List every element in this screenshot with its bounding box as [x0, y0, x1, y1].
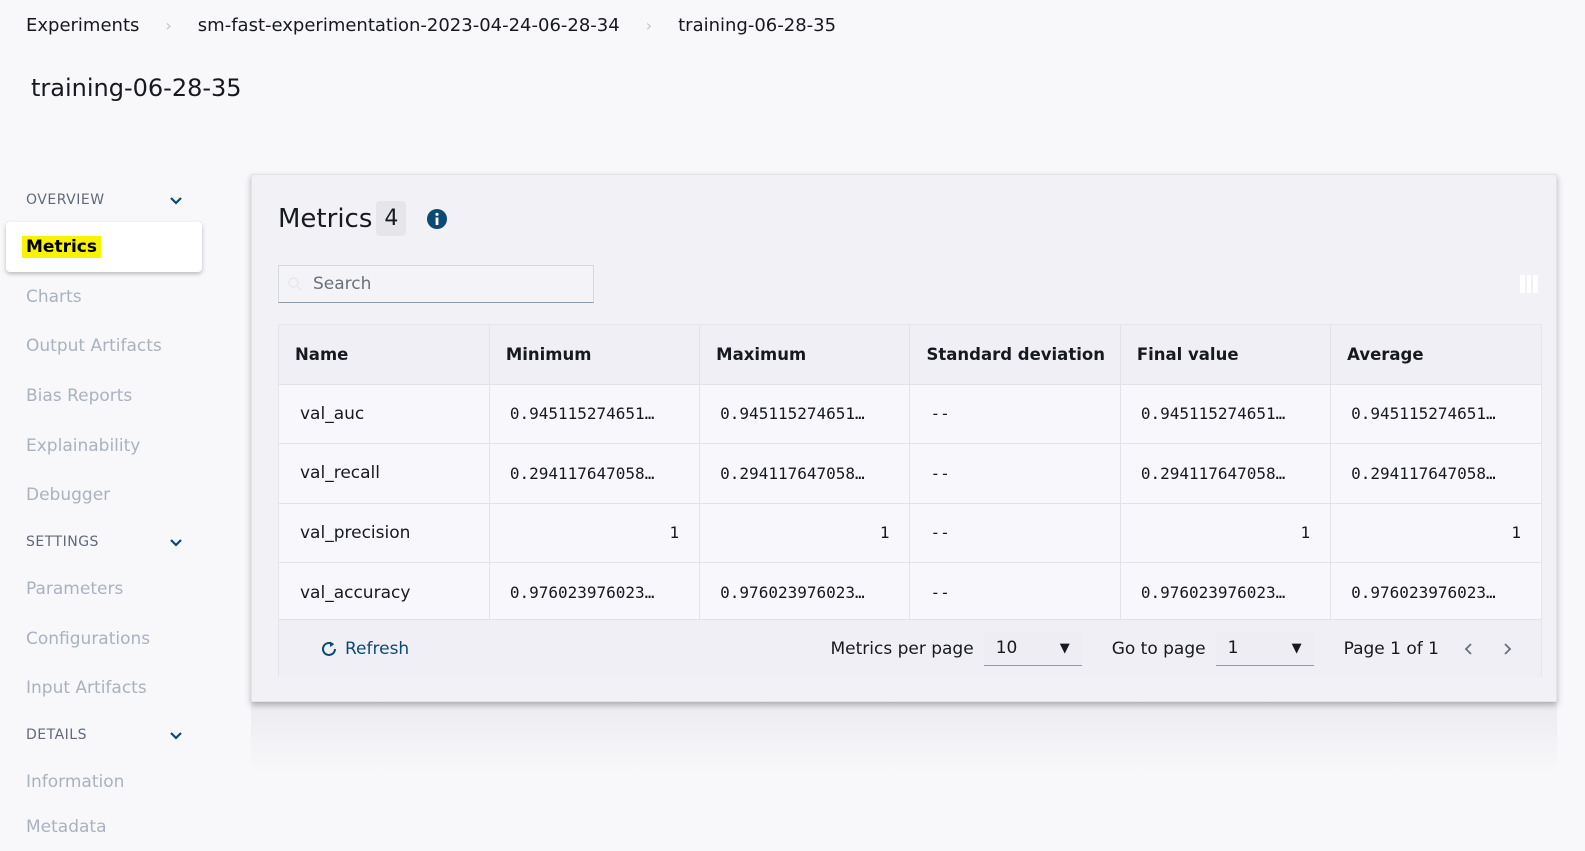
metric-name: val_accuracy — [279, 562, 490, 622]
metric-minimum: 1 — [489, 502, 701, 563]
metric-name: val_precision — [279, 502, 490, 563]
metric-maximum: 0.945115274651… — [699, 383, 911, 444]
metric-average: 0.294117647058… — [1330, 443, 1541, 503]
refresh-label: Refresh — [345, 638, 410, 659]
sidebar-section-label: SETTINGS — [26, 534, 99, 551]
sidebar-item-charts[interactable]: Charts — [6, 272, 202, 322]
chevron-left-icon[interactable] — [1461, 641, 1477, 657]
table-row: val_accuracy 0.976023976023… 0.976023976… — [279, 562, 1541, 622]
metric-maximum: 0.976023976023… — [699, 562, 911, 622]
dropdown-caret-icon: ▼ — [1059, 640, 1070, 656]
chevron-down-icon[interactable] — [168, 534, 184, 550]
search-input[interactable] — [313, 274, 573, 294]
sidebar-item-input-artifacts[interactable]: Input Artifacts — [6, 664, 202, 714]
metric-name: val_auc — [279, 383, 490, 444]
per-page-select[interactable]: 10 ▼ — [983, 631, 1082, 666]
sidebar-item-configurations[interactable]: Configurations — [6, 614, 202, 664]
metrics-count-badge: 4 — [376, 201, 407, 236]
metric-minimum: 0.294117647058… — [489, 443, 701, 503]
breadcrumb-separator-icon: › — [165, 15, 172, 35]
metric-final-value: 0.294117647058… — [1120, 443, 1332, 503]
column-header-maximum[interactable]: Maximum — [699, 325, 911, 384]
metric-std-dev: -- — [909, 562, 1121, 622]
sidebar-item-bias-reports[interactable]: Bias Reports — [6, 371, 202, 421]
table-footer: Refresh Metrics per page 10 ▼ Go to page… — [279, 619, 1541, 677]
sidebar-item-explainability[interactable]: Explainability — [6, 421, 202, 471]
metric-final-value: 0.945115274651… — [1120, 383, 1332, 444]
breadcrumb-experiment[interactable]: sm-fast-experimentation-2023-04-24-06-28… — [198, 15, 620, 36]
sidebar-item-debugger[interactable]: Debugger — [6, 470, 202, 520]
breadcrumb-current: training-06-28-35 — [678, 14, 837, 36]
table-row: val_precision 1 1 -- 1 1 — [279, 502, 1541, 563]
metric-average: 0.945115274651… — [1330, 383, 1541, 444]
metric-average: 0.976023976023… — [1330, 562, 1541, 622]
go-to-page-value: 1 — [1227, 638, 1239, 658]
metrics-panel: Metrics 4 Name Minimum Maximum Standard … — [251, 174, 1557, 702]
metric-std-dev: -- — [909, 502, 1121, 563]
page-title: training-06-28-35 — [31, 74, 242, 102]
metric-name: val_recall — [279, 443, 490, 503]
sidebar-item-metrics[interactable]: Metrics — [6, 222, 202, 272]
column-header-average[interactable]: Average — [1330, 325, 1541, 384]
table-row: val_auc 0.945115274651… 0.945115274651… … — [279, 383, 1541, 444]
panel-shadow — [251, 702, 1557, 772]
column-header-final-value[interactable]: Final value — [1120, 325, 1332, 384]
per-page-label: Metrics per page — [830, 638, 974, 659]
search-icon — [288, 277, 302, 291]
refresh-icon — [322, 641, 336, 656]
go-to-page-label: Go to page — [1111, 638, 1206, 659]
sidebar-section-settings[interactable]: SETTINGS — [6, 520, 202, 564]
info-icon[interactable] — [426, 208, 448, 230]
chevron-down-icon[interactable] — [168, 192, 184, 208]
sidebar-section-overview[interactable]: OVERVIEW — [6, 178, 202, 222]
metrics-title: Metrics — [278, 203, 373, 234]
metric-minimum: 0.945115274651… — [489, 383, 701, 444]
page-info: Page 1 of 1 — [1343, 638, 1439, 659]
refresh-button[interactable]: Refresh — [319, 639, 409, 659]
per-page-value: 10 — [995, 638, 1018, 658]
chevron-down-icon[interactable] — [168, 727, 184, 743]
sidebar-section-details[interactable]: DETAILS — [6, 713, 202, 757]
metric-std-dev: -- — [909, 443, 1121, 503]
metrics-table: Name Minimum Maximum Standard deviation … — [278, 324, 1542, 677]
go-to-page-select[interactable]: 1 ▼ — [1215, 631, 1314, 666]
column-header-std-dev[interactable]: Standard deviation — [909, 325, 1121, 384]
table-header-row: Name Minimum Maximum Standard deviation … — [279, 325, 1541, 384]
sidebar-item-information[interactable]: Information — [6, 757, 202, 807]
pagination: Metrics per page 10 ▼ Go to page 1 ▼ Pag… — [830, 631, 1515, 666]
dropdown-caret-icon: ▼ — [1291, 640, 1302, 656]
search-field[interactable] — [278, 265, 594, 303]
metrics-header: Metrics 4 — [278, 201, 448, 236]
sidebar-item-parameters[interactable]: Parameters — [6, 564, 202, 614]
metric-std-dev: -- — [909, 383, 1121, 444]
sidebar-section-label: DETAILS — [26, 727, 87, 744]
column-header-name[interactable]: Name — [279, 325, 490, 384]
sidebar-section-label: OVERVIEW — [26, 192, 105, 208]
metric-minimum: 0.976023976023… — [489, 562, 701, 622]
metric-average: 1 — [1330, 502, 1541, 563]
sidebar: OVERVIEW Metrics Charts Output Artifacts… — [6, 178, 202, 837]
column-preferences-icon[interactable] — [1520, 275, 1539, 293]
metric-final-value: 0.976023976023… — [1120, 562, 1332, 622]
sidebar-item-output-artifacts[interactable]: Output Artifacts — [6, 321, 202, 371]
breadcrumb-separator-icon: › — [645, 15, 653, 35]
table-row: val_recall 0.294117647058… 0.29411764705… — [279, 443, 1541, 503]
metric-maximum: 1 — [699, 502, 911, 563]
chevron-right-icon[interactable] — [1499, 641, 1515, 657]
sidebar-item-metadata[interactable]: Metadata — [6, 807, 202, 837]
breadcrumb: Experiments › sm-fast-experimentation-20… — [26, 12, 836, 38]
breadcrumb-experiments[interactable]: Experiments — [26, 15, 139, 36]
metric-final-value: 1 — [1120, 502, 1332, 563]
column-header-minimum[interactable]: Minimum — [489, 325, 701, 384]
metric-maximum: 0.294117647058… — [699, 443, 911, 503]
